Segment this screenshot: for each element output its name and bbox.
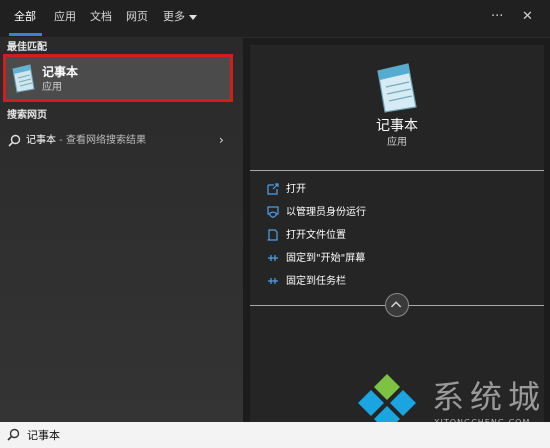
action-open[interactable]: 打开 <box>250 180 544 200</box>
active-tab-indicator <box>9 33 42 36</box>
best-match-result[interactable]: 记事本 应用 <box>3 54 233 102</box>
best-match-title: 记事本 <box>42 65 79 79</box>
action-open-file-location-label: 打开文件位置 <box>286 230 346 241</box>
notepad-large-icon <box>377 63 417 113</box>
action-pin-to-taskbar[interactable]: 固定到任务栏 <box>250 272 544 292</box>
action-pin-to-start[interactable]: 固定到"开始"屏幕 <box>250 249 544 269</box>
app-detail-pane: 记事本 应用 打开 以管理员身份运行 打开文件位置 固定到"开始"屏幕 固定到任… <box>250 45 544 422</box>
search-icon <box>8 134 21 147</box>
file-location-icon <box>267 229 278 241</box>
web-search-suffix: - 查看网络搜索结果 <box>56 135 146 146</box>
action-open-file-location[interactable]: 打开文件位置 <box>250 226 544 246</box>
watermark-text: 系统城 <box>432 378 547 416</box>
search-box[interactable]: 记事本 <box>0 422 550 448</box>
open-icon <box>267 183 279 195</box>
search-tab-bar: 全部 应用 文档 网页 更多 ··· ✕ <box>0 0 550 38</box>
tab-apps[interactable]: 应用 <box>54 10 76 24</box>
pin-icon <box>268 278 278 284</box>
close-icon[interactable]: ✕ <box>522 9 533 25</box>
best-match-heading: 最佳匹配 <box>7 42 47 53</box>
chevron-right-icon: › <box>219 133 224 147</box>
results-pane: 最佳匹配 记事本 应用 搜索网页 记事本 - 查看网络搜索结果 › <box>0 38 243 422</box>
tab-documents[interactable]: 文档 <box>90 10 112 24</box>
action-run-as-admin[interactable]: 以管理员身份运行 <box>250 203 544 223</box>
web-search-heading: 搜索网页 <box>7 110 47 121</box>
tab-all[interactable]: 全部 <box>14 10 36 24</box>
best-match-subtitle: 应用 <box>42 82 62 93</box>
detail-app-subtitle: 应用 <box>387 137 407 148</box>
more-options-icon[interactable]: ··· <box>491 9 503 25</box>
notepad-icon <box>12 64 35 93</box>
search-input[interactable]: 记事本 <box>27 429 60 442</box>
tab-more[interactable]: 更多 <box>163 10 197 24</box>
action-pin-to-taskbar-label: 固定到任务栏 <box>286 276 346 287</box>
search-icon <box>7 428 20 441</box>
web-search-query: 记事本 <box>26 135 56 146</box>
collapse-button[interactable] <box>385 293 409 317</box>
pin-icon <box>268 255 278 261</box>
tab-web[interactable]: 网页 <box>126 10 148 24</box>
detail-app-title: 记事本 <box>376 118 418 134</box>
web-search-result[interactable]: 记事本 - 查看网络搜索结果 › <box>0 130 243 152</box>
divider <box>250 170 544 171</box>
action-run-as-admin-label: 以管理员身份运行 <box>286 207 366 218</box>
chevron-down-icon <box>189 14 197 20</box>
web-search-text: 记事本 - 查看网络搜索结果 <box>26 135 146 147</box>
chevron-up-icon <box>390 301 402 308</box>
tab-more-label: 更多 <box>163 10 185 23</box>
shield-run-icon <box>267 206 279 218</box>
action-open-label: 打开 <box>286 184 306 195</box>
action-pin-to-start-label: 固定到"开始"屏幕 <box>286 253 366 264</box>
